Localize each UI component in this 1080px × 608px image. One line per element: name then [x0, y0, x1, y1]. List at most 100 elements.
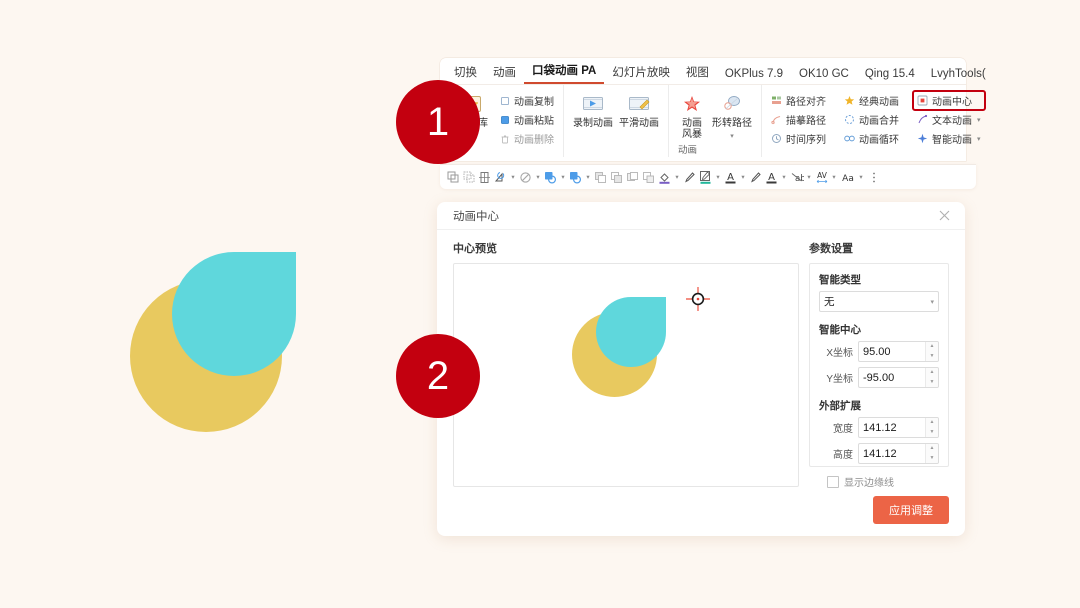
center-preview-canvas[interactable]: [453, 263, 799, 487]
chevron-down-icon[interactable]: ▾: [730, 132, 734, 140]
chevron-down-icon[interactable]: ▾: [830, 173, 838, 181]
merge-animation-item[interactable]: 动画合并: [841, 111, 902, 128]
align-objects-icon[interactable]: [477, 168, 492, 186]
animation-paste-item[interactable]: 动画粘贴: [496, 111, 557, 128]
font-size-icon[interactable]: Aa: [839, 168, 856, 186]
spin-down-icon[interactable]: ▼: [926, 454, 938, 464]
spin-up-icon[interactable]: ▲: [926, 418, 938, 428]
spin-down-icon[interactable]: ▼: [926, 378, 938, 388]
step-badge-1: 1: [396, 80, 480, 164]
smooth-animation-button[interactable]: 平滑动画: [616, 89, 662, 129]
dialog-titlebar: 动画中心: [437, 202, 965, 230]
chevron-down-icon[interactable]: ▾: [584, 173, 592, 181]
animation-center-item[interactable]: 动画中心: [912, 90, 986, 111]
chevron-down-icon[interactable]: ▾: [857, 173, 865, 181]
tab-koudai-donghua-pa[interactable]: 口袋动画 PA: [524, 60, 605, 84]
record-animation-button[interactable]: 录制动画: [570, 89, 616, 129]
character-spacing-icon[interactable]: AV: [814, 168, 829, 186]
shape-outline-blue-icon[interactable]: [568, 168, 583, 186]
ribbon-group-title-animation: 动画: [678, 145, 698, 156]
animation-storm-icon: [681, 93, 703, 115]
chevron-down-icon[interactable]: ▾: [509, 173, 517, 181]
loop-animation-item[interactable]: 动画循环: [841, 130, 902, 147]
tab-shitu[interactable]: 视图: [678, 62, 717, 84]
y-coordinate-spin-buttons[interactable]: ▲ ▼: [925, 368, 938, 387]
fill-color-purple-icon[interactable]: [657, 168, 672, 186]
spin-up-icon[interactable]: ▲: [926, 342, 938, 352]
height-stepper[interactable]: 141.12 ▲ ▼: [858, 443, 939, 464]
shape-fill-blue-icon[interactable]: [543, 168, 558, 186]
tab-lvyhtools[interactable]: LvyhTools(: [923, 66, 994, 84]
close-icon[interactable]: [935, 207, 953, 225]
time-sequence-item[interactable]: 时间序列: [768, 130, 829, 147]
width-row: 宽度 141.12 ▲ ▼: [819, 417, 939, 438]
chevron-down-icon[interactable]: ▾: [534, 173, 542, 181]
paste-icon: [499, 114, 510, 125]
width-value: 141.12: [863, 421, 897, 434]
font-color-icon[interactable]: A: [723, 168, 738, 186]
trace-path-item[interactable]: 描摹路径: [768, 111, 829, 128]
animation-storm-button[interactable]: 动画 风暴: [675, 89, 709, 140]
x-coordinate-stepper[interactable]: 95.00 ▲ ▼: [858, 341, 939, 362]
tab-ok10gc[interactable]: OK10 GC: [791, 66, 857, 84]
tab-huandengpian-fangying[interactable]: 幻灯片放映: [604, 62, 678, 84]
width-stepper[interactable]: 141.12 ▲ ▼: [858, 417, 939, 438]
path-align-item[interactable]: 路径对齐: [768, 92, 829, 109]
chevron-down-icon[interactable]: ▾: [559, 173, 567, 181]
chevron-down-icon[interactable]: ▾: [673, 173, 681, 181]
shape-to-path-button[interactable]: 形转路径 ▾: [709, 89, 755, 140]
record-animation-label: 录制动画: [573, 118, 613, 129]
x-coordinate-row: X坐标 95.00 ▲ ▼: [819, 341, 939, 362]
smart-type-label: 智能类型: [819, 274, 861, 286]
rotate-shape-icon[interactable]: [493, 168, 508, 186]
combine-shapes-icon[interactable]: [445, 168, 460, 186]
spin-down-icon[interactable]: ▼: [926, 428, 938, 438]
clear-format-icon[interactable]: ab: [789, 168, 804, 186]
height-spin-buttons[interactable]: ▲ ▼: [925, 444, 938, 463]
tab-okplus[interactable]: OKPlus 7.9: [717, 66, 791, 84]
bring-forward-icon[interactable]: [593, 168, 608, 186]
animation-center-label: 动画中心: [932, 97, 972, 108]
tab-qing[interactable]: Qing 15.4: [857, 66, 923, 84]
chevron-down-icon[interactable]: ▾: [977, 116, 981, 124]
preview-cyan-teardrop[interactable]: [596, 297, 666, 367]
more-options-icon[interactable]: [866, 168, 881, 186]
chevron-down-icon[interactable]: ▾: [977, 135, 981, 143]
chevron-down-icon[interactable]: ▾: [714, 173, 722, 181]
tab-donghua[interactable]: 动画: [485, 62, 524, 84]
height-value: 141.12: [863, 447, 897, 460]
animation-delete-item[interactable]: 动画删除: [496, 130, 557, 147]
highlight-pen-icon[interactable]: [748, 168, 763, 186]
text-animation-item[interactable]: 文本动画 ▾: [914, 111, 984, 128]
center-crosshair-marker[interactable]: [685, 286, 711, 312]
tab-qiehuan[interactable]: 切换: [446, 62, 485, 84]
merge-animation-icon: [844, 114, 855, 125]
path-column: 路径对齐 描摹路径 时间序列: [768, 89, 829, 147]
apply-adjust-button[interactable]: 应用调整: [873, 496, 949, 524]
classic-animation-item[interactable]: 经典动画: [841, 92, 902, 109]
animation-copy-item[interactable]: 动画复制: [496, 92, 557, 109]
send-to-back-icon[interactable]: [641, 168, 656, 186]
send-backward-icon[interactable]: [609, 168, 624, 186]
height-label: 高度: [833, 450, 853, 461]
format-painter-icon[interactable]: [682, 168, 697, 186]
smart-type-select[interactable]: 无 ▾: [819, 291, 939, 312]
ribbon-group-classic: 经典动画 动画合并 动画循环: [835, 85, 908, 157]
text-color-icon[interactable]: A: [764, 168, 779, 186]
width-spin-buttons[interactable]: ▲ ▼: [925, 418, 938, 437]
smart-animation-item[interactable]: 智能动画 ▾: [914, 130, 984, 147]
x-coordinate-spin-buttons[interactable]: ▲ ▼: [925, 342, 938, 361]
y-coordinate-row: Y坐标 -95.00 ▲ ▼: [819, 367, 939, 388]
outline-color-green-icon[interactable]: [698, 168, 713, 186]
spin-down-icon[interactable]: ▼: [926, 352, 938, 362]
chevron-down-icon[interactable]: ▾: [739, 173, 747, 181]
chevron-down-icon[interactable]: ▾: [805, 173, 813, 181]
chevron-down-icon[interactable]: ▾: [780, 173, 788, 181]
y-coordinate-stepper[interactable]: -95.00 ▲ ▼: [858, 367, 939, 388]
bring-to-front-icon[interactable]: [625, 168, 640, 186]
no-fill-icon[interactable]: [518, 168, 533, 186]
split-shapes-icon[interactable]: [461, 168, 476, 186]
cyan-teardrop-shape[interactable]: [172, 252, 296, 376]
spin-up-icon[interactable]: ▲: [926, 368, 938, 378]
spin-up-icon[interactable]: ▲: [926, 444, 938, 454]
